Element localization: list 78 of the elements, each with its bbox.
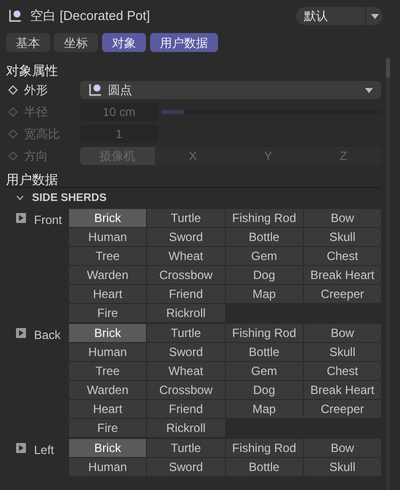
sherd-option[interactable]: Skull	[304, 343, 381, 361]
play-icon[interactable]	[16, 213, 26, 223]
sherd-option[interactable]: Wheat	[147, 362, 224, 380]
sherd-option[interactable]: Creeper	[304, 285, 381, 303]
sherd-option[interactable]: Fishing Rod	[226, 209, 303, 227]
sherd-option[interactable]: Wheat	[147, 247, 224, 265]
sherd-option[interactable]: Warden	[69, 266, 146, 284]
sherd-option[interactable]: Crossbow	[147, 381, 224, 399]
sherd-option[interactable]: Friend	[147, 400, 224, 418]
sherd-option[interactable]: Skull	[304, 228, 381, 246]
property-label: 外形	[24, 82, 49, 99]
sherd-option[interactable]: Human	[69, 343, 146, 361]
sherd-option[interactable]: Bow	[304, 324, 381, 342]
sherd-option[interactable]: Map	[226, 285, 303, 303]
property-label: 方向	[24, 148, 49, 165]
side-label: Back	[34, 327, 61, 344]
sherd-option[interactable]: Turtle	[147, 439, 224, 457]
section-title: 用户数据	[6, 171, 58, 187]
side-label: Front	[34, 212, 62, 229]
sherd-option[interactable]: Human	[69, 458, 146, 476]
mode-select[interactable]: 默认	[296, 7, 383, 25]
sherd-option[interactable]: Warden	[69, 381, 146, 399]
section-title: 对象属性	[6, 62, 58, 79]
sherd-option[interactable]: Break Heart	[304, 381, 381, 399]
sherd-option[interactable]: Sword	[147, 458, 224, 476]
sherd-option[interactable]: Turtle	[147, 209, 224, 227]
sherd-option[interactable]: Chest	[304, 362, 381, 380]
sherd-option[interactable]: Friend	[147, 285, 224, 303]
sherd-option[interactable]: Tree	[69, 362, 146, 380]
sherd-option[interactable]: Heart	[69, 285, 146, 303]
play-icon[interactable]	[16, 443, 26, 453]
sherd-option[interactable]: Sword	[147, 228, 224, 246]
play-icon[interactable]	[16, 328, 26, 338]
group-header[interactable]: SIDE SHERDS	[0, 188, 107, 208]
caret-icon	[370, 14, 378, 18]
tab[interactable]: 坐标	[54, 33, 98, 52]
keyframe-icon[interactable]	[8, 85, 18, 95]
sherd-option[interactable]: Dog	[226, 266, 303, 284]
property-label: 半径	[24, 104, 49, 121]
null-object-icon	[88, 83, 102, 97]
sherd-option[interactable]: Rickroll	[147, 419, 224, 437]
caret-icon	[365, 88, 373, 92]
sherd-option[interactable]: Chest	[304, 247, 381, 265]
null-object-icon	[8, 9, 22, 23]
sherd-option[interactable]: Gem	[226, 247, 303, 265]
sherd-option[interactable]: Creeper	[304, 400, 381, 418]
sherd-option[interactable]: Human	[69, 228, 146, 246]
sherd-option[interactable]: Skull	[304, 458, 381, 476]
sherd-option[interactable]: Tree	[69, 247, 146, 265]
sherd-option[interactable]: Turtle	[147, 324, 224, 342]
side-label: Left	[34, 442, 54, 459]
sherd-option[interactable]: Brick	[69, 439, 146, 457]
sherd-option[interactable]: Heart	[69, 400, 146, 418]
sherd-option[interactable]: Brick	[69, 324, 146, 342]
sherd-option[interactable]: Crossbow	[147, 266, 224, 284]
sherd-option[interactable]: Bow	[304, 209, 381, 227]
shape-dropdown[interactable]: 圆点	[80, 81, 381, 99]
sherd-option[interactable]: Dog	[226, 381, 303, 399]
sherd-option[interactable]: Bottle	[226, 458, 303, 476]
sherd-option[interactable]: Brick	[69, 209, 146, 227]
sherd-option[interactable]: Fishing Rod	[226, 324, 303, 342]
tab[interactable]: 基本	[6, 33, 50, 52]
sherd-option[interactable]: Bottle	[226, 228, 303, 246]
sherd-option[interactable]: Sword	[147, 343, 224, 361]
sherd-option[interactable]: Fire	[69, 304, 146, 322]
sherd-option[interactable]: Map	[226, 400, 303, 418]
sherd-option[interactable]: Gem	[226, 362, 303, 380]
sherd-option[interactable]: Bottle	[226, 343, 303, 361]
tab[interactable]: 对象	[102, 33, 146, 52]
sherd-option[interactable]: Break Heart	[304, 266, 381, 284]
sherd-option[interactable]: Fishing Rod	[226, 439, 303, 457]
property-label: 宽高比	[24, 126, 61, 143]
sherd-option[interactable]: Bow	[304, 439, 381, 457]
sherd-option[interactable]: Fire	[69, 419, 146, 437]
object-title: 空白 [Decorated Pot]	[30, 7, 151, 26]
sherd-option[interactable]: Rickroll	[147, 304, 224, 322]
chevron-down-icon	[16, 195, 24, 201]
tab[interactable]: 用户数据	[150, 33, 218, 52]
